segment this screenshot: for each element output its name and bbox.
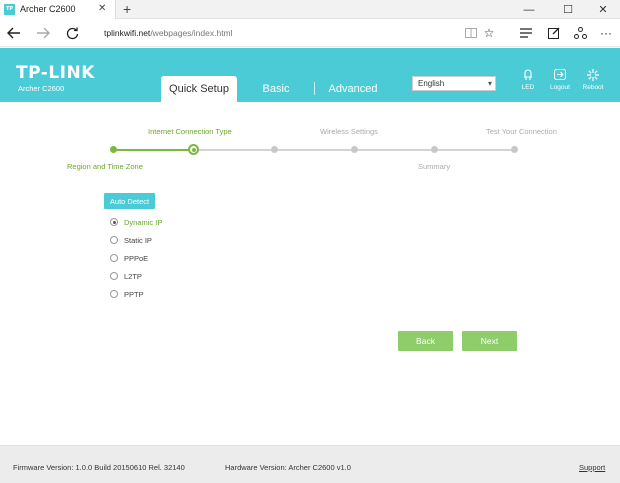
more-icon[interactable]: ··· — [597, 24, 615, 42]
router-header: TP-LINK Archer C2600 Quick Setup Basic A… — [0, 48, 620, 102]
url-field[interactable]: tplinkwifi.net/webpages/index.html — [104, 28, 233, 38]
step-label-internet: Internet Connection Type — [148, 127, 232, 136]
language-select[interactable]: English ▾ — [412, 76, 496, 91]
tab-basic[interactable]: Basic — [250, 76, 302, 102]
hardware-version: Hardware Version: Archer C2600 v1.0 — [225, 463, 351, 472]
step-dot-test — [511, 146, 518, 153]
back-arrow-icon[interactable] — [4, 24, 24, 42]
tab-quick-setup[interactable]: Quick Setup — [161, 76, 237, 102]
radio-pptp[interactable]: PPTP — [110, 288, 144, 300]
radio-checked-icon[interactable] — [110, 218, 118, 226]
close-window-icon[interactable]: ✕ — [590, 0, 616, 19]
led-icon — [513, 69, 543, 82]
step-dot-wireless — [351, 146, 358, 153]
step-dot-internet — [188, 144, 199, 155]
progress-line-complete — [113, 149, 194, 151]
radio-label: Dynamic IP — [124, 217, 163, 227]
auto-detect-button[interactable]: Auto Detect — [104, 193, 155, 209]
tab-divider — [314, 82, 315, 95]
step-label-summary: Summary — [418, 162, 451, 171]
new-tab-icon[interactable]: + — [123, 1, 131, 17]
minimize-icon[interactable]: — — [516, 0, 542, 19]
tp-link-favicon-icon: TP — [4, 4, 15, 15]
logout-button[interactable]: Logout — [545, 69, 575, 91]
share-icon[interactable] — [571, 24, 589, 42]
reboot-button[interactable]: Reboot — [578, 69, 608, 91]
url-path: /webpages/index.html — [150, 28, 233, 38]
radio-icon[interactable] — [110, 254, 118, 262]
radio-label: PPPoE — [124, 253, 149, 263]
language-value: English — [418, 79, 445, 88]
led-button[interactable]: LED — [513, 69, 543, 91]
led-label: LED — [521, 84, 535, 91]
url-host: tplinkwifi.net — [104, 28, 151, 38]
refresh-icon[interactable] — [62, 24, 82, 42]
radio-icon[interactable] — [110, 236, 118, 244]
maximize-icon[interactable]: ☐ — [555, 0, 581, 19]
step-label-wireless: Wireless Settings — [320, 127, 378, 136]
close-tab-icon[interactable]: ✕ — [98, 3, 106, 15]
address-bar: tplinkwifi.net/webpages/index.html ☆ ··· — [0, 20, 620, 47]
browser-title-bar: TP Archer C2600 ✕ + — ☐ ✕ — [0, 0, 620, 19]
reboot-label: Reboot — [582, 84, 604, 91]
web-note-icon[interactable] — [545, 24, 563, 42]
reading-view-icon[interactable] — [462, 24, 480, 42]
radio-icon[interactable] — [110, 272, 118, 280]
step-dot — [271, 146, 278, 153]
radio-icon[interactable] — [110, 290, 118, 298]
step-dot-region — [110, 146, 117, 153]
support-link[interactable]: Support — [579, 463, 605, 472]
radio-label: Static IP — [124, 235, 152, 245]
page-footer: Firmware Version: 1.0.0 Build 20150610 R… — [0, 445, 620, 483]
radio-dynamic-ip[interactable]: Dynamic IP — [110, 216, 162, 228]
browser-tab[interactable]: TP Archer C2600 ✕ — [0, 0, 116, 19]
tab-advanced[interactable]: Advanced — [322, 76, 384, 102]
radio-label: PPTP — [124, 289, 144, 299]
reboot-icon — [578, 69, 608, 82]
next-button[interactable]: Next — [462, 331, 517, 351]
logout-icon — [545, 69, 575, 82]
radio-pppoe[interactable]: PPPoE — [110, 252, 148, 264]
step-label-test: Test Your Connection — [486, 127, 557, 136]
router-model: Archer C2600 — [18, 84, 65, 93]
chevron-down-icon: ▾ — [487, 79, 492, 88]
step-label-region: Region and Time Zone — [67, 162, 143, 171]
radio-static-ip[interactable]: Static IP — [110, 234, 152, 246]
tp-link-logo: TP-LINK — [16, 63, 95, 83]
step-dot-summary — [431, 146, 438, 153]
radio-label: L2TP — [124, 271, 142, 281]
radio-l2tp[interactable]: L2TP — [110, 270, 142, 282]
back-button[interactable]: Back — [398, 331, 453, 351]
tab-title: Archer C2600 — [20, 4, 76, 14]
favorite-star-icon[interactable]: ☆ — [480, 24, 498, 42]
hub-icon[interactable] — [517, 24, 535, 42]
forward-arrow-icon[interactable] — [33, 24, 53, 42]
logout-label: Logout — [550, 84, 570, 91]
firmware-version: Firmware Version: 1.0.0 Build 20150610 R… — [13, 463, 185, 472]
